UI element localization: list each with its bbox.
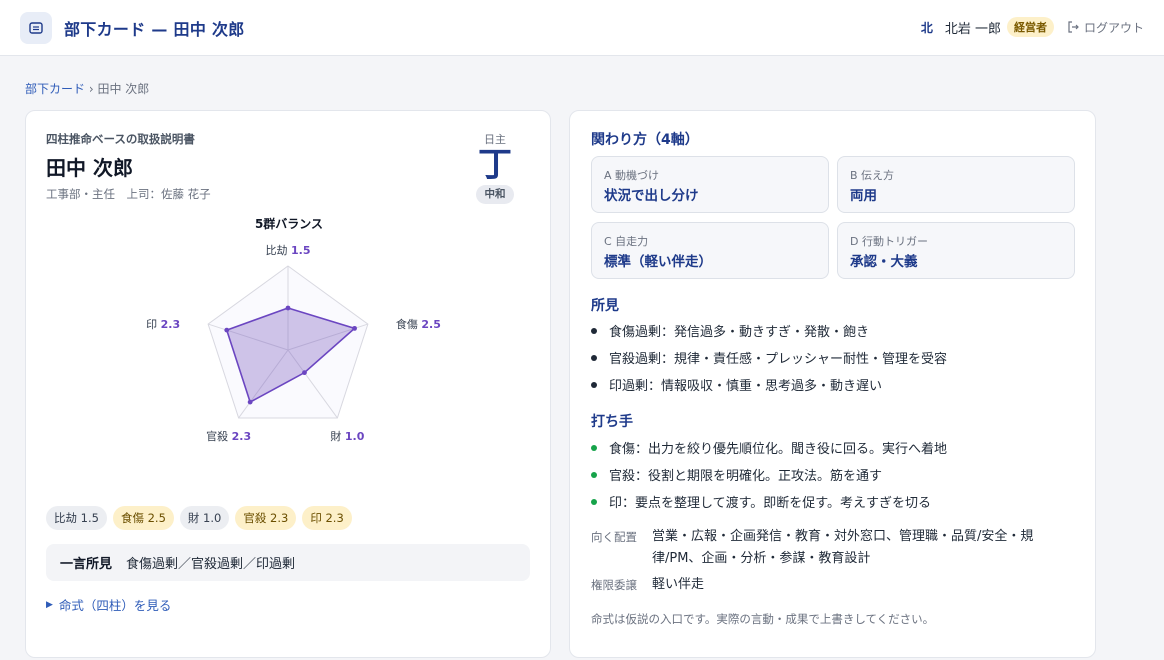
delegation-label: 権限委譲 xyxy=(591,578,637,592)
list-item: 印：要点を整理して渡す。即断を促す。考えすぎを切る xyxy=(591,488,947,515)
top-bar: 部下カード — 田中 次郎 北 北岩 一郎 経営者 ログアウト xyxy=(0,0,1164,56)
radar-axis-name: 印 xyxy=(146,318,161,331)
logout-icon xyxy=(1068,21,1079,33)
day-master: 丁 xyxy=(478,145,512,185)
delegation-value: 軽い伴走 xyxy=(652,577,705,592)
action-text: 食傷：出力を絞り優先順位化。聞き役に回る。実行へ着地 xyxy=(609,442,948,457)
axis-value: 承認・大義 xyxy=(850,254,918,270)
user-area: 北 北岩 一郎 経営者 ログアウト xyxy=(921,17,1144,37)
finding-text: 食傷過剰：発信過多・動きすぎ・発散・飽き xyxy=(609,325,870,340)
actions-title: 打ち手 xyxy=(591,414,633,430)
radar-axis-name: 官殺 xyxy=(206,429,232,443)
list-item: 官殺：役割と期限を明確化。正攻法。筋を通す xyxy=(591,461,947,488)
radar-value-label: 2.3 xyxy=(232,430,252,443)
findings-title: 所見 xyxy=(591,298,619,314)
guidance-card: 関わり方（4軸） A 動機づけ 状況で出し分け B 伝え方 両用 C 自走力 標… xyxy=(569,110,1096,658)
radar-value-label: 1.0 xyxy=(345,430,365,443)
radar-axis-name: 比劫 xyxy=(266,244,292,257)
strength-badge: 中和 xyxy=(476,185,514,204)
actions-list: 食傷：出力を絞り優先順位化。聞き役に回る。実行へ着地 官殺：役割と期限を明確化。… xyxy=(591,434,947,515)
list-item: 印過剰：情報吸収・慎重・思考過多・動き遅い xyxy=(591,371,947,398)
details-toggle-label: 命式（四柱）を見る xyxy=(58,598,172,613)
radar-axis-label: 印 2.3 xyxy=(146,318,180,331)
radar-axis-label: 比劫 1.5 xyxy=(266,244,311,257)
findings-list: 食傷過剰：発信過多・動きすぎ・発散・飽き 官殺過剰：規律・責任感・プレッシャー耐… xyxy=(591,317,947,398)
axis-value: 状況で出し分け xyxy=(604,188,699,204)
triangle-right-icon: ▶ xyxy=(46,599,53,610)
axis-label: D 行動トリガー xyxy=(850,235,928,248)
balance-chip: 官殺 2.3 xyxy=(235,506,297,530)
axis-box-a: A 動機づけ 状況で出し分け xyxy=(591,156,829,213)
bullet-icon xyxy=(591,444,597,451)
user-name: 北岩 一郎 xyxy=(944,21,1001,37)
radar-point xyxy=(352,325,357,331)
axis-value: 標準（軽い伴走） xyxy=(604,254,712,270)
bullet-icon xyxy=(591,354,597,361)
profile-card: 四柱推命ベースの取扱説明書 田中 次郎 工事部・主任 上司：佐藤 花子 日主 丁… xyxy=(25,110,551,658)
radar-value-label: 2.3 xyxy=(161,318,181,331)
action-text: 印：要点を整理して渡す。即断を促す。考えすぎを切る xyxy=(609,496,932,511)
axis-value: 両用 xyxy=(850,188,877,204)
placement-value: 営業・広報・企画発信・教育・対外窓口、管理職・品質/安全・規律/PM、企画・分析… xyxy=(652,529,1034,566)
list-item: 食傷過剰：発信過多・動きすぎ・発散・飽き xyxy=(591,317,947,344)
bullet-icon xyxy=(591,471,597,478)
radar-axis-label: 食傷 2.5 xyxy=(396,317,441,331)
radar-point xyxy=(302,370,307,376)
logout-label: ログアウト xyxy=(1083,20,1144,35)
person-meta: 工事部・主任 上司：佐藤 花子 xyxy=(46,187,211,201)
summary-label: 一言所見 xyxy=(60,557,113,572)
radar-point xyxy=(224,327,230,333)
radar-axis-label: 官殺 2.3 xyxy=(206,429,251,443)
axis-box-b: B 伝え方 両用 xyxy=(837,156,1075,213)
radar-chart: 比劫 1.5食傷 2.5財 1.0官殺 2.3印 2.3 xyxy=(146,244,441,443)
footnote: 命式は仮説の入口です。実際の言動・成果で上書きしてください。 xyxy=(591,612,935,626)
list-item: 食傷：出力を絞り優先順位化。聞き役に回る。実行へ着地 xyxy=(591,434,947,461)
radar-point xyxy=(285,305,291,311)
summary-box: 一言所見 食傷過剰／官殺過剰／印過剰 xyxy=(46,544,530,581)
breadcrumb: 部下カード › 田中 次郎 xyxy=(25,80,149,97)
balance-chip: 印 2.3 xyxy=(302,506,352,530)
balance-chip: 比劫 1.5 xyxy=(46,506,107,530)
radar-value-label: 1.5 xyxy=(291,244,311,257)
axis-label: C 自走力 xyxy=(604,235,649,248)
axis-label: A 動機づけ xyxy=(604,169,660,182)
axis-box-c: C 自走力 標準（軽い伴走） xyxy=(591,222,829,279)
list-item: 官殺過剰：規律・責任感・プレッシャー耐性・管理を受容 xyxy=(591,344,947,371)
finding-text: 官殺過剰：規律・責任感・プレッシャー耐性・管理を受容 xyxy=(609,352,948,367)
radar-value-label: 2.5 xyxy=(421,318,441,331)
user-avatar: 北 xyxy=(920,20,933,35)
action-text: 官殺：役割と期限を明確化。正攻法。筋を通す xyxy=(609,469,883,484)
finding-text: 印過剰：情報吸収・慎重・思考過多・動き遅い xyxy=(609,379,883,394)
balance-chip: 財 1.0 xyxy=(179,506,230,530)
radar-point xyxy=(247,399,253,405)
breadcrumb-separator: › xyxy=(88,82,94,96)
role-badge: 経営者 xyxy=(1006,17,1054,37)
page-title: 部下カード — 田中 次郎 xyxy=(64,20,245,39)
breadcrumb-current: 田中 次郎 xyxy=(97,82,150,96)
axis-label: B 伝え方 xyxy=(850,169,895,182)
document-kicker: 四柱推命ベースの取扱説明書 xyxy=(46,132,195,146)
radar-axis-name: 財 xyxy=(330,429,345,443)
balance-chip: 食傷 2.5 xyxy=(112,506,174,530)
bullet-icon xyxy=(591,381,597,388)
card-icon[interactable] xyxy=(20,12,52,44)
logout-button[interactable]: ログアウト xyxy=(1066,19,1144,36)
axis-box-d: D 行動トリガー 承認・大義 xyxy=(837,222,1075,279)
bullet-icon xyxy=(591,498,597,505)
person-name: 田中 次郎 xyxy=(46,156,133,180)
balance-chips: 比劫 1.5 食傷 2.5 財 1.0 官殺 2.3 印 2.3 xyxy=(46,506,358,530)
placement-label: 向く配置 xyxy=(591,530,637,544)
bullet-icon xyxy=(591,327,597,334)
relations-title: 関わり方（4軸） xyxy=(591,132,699,148)
radar-axis-label: 財 1.0 xyxy=(330,429,364,443)
chart-details-toggle[interactable]: ▶ 命式（四柱）を見る xyxy=(46,595,171,614)
summary-text: 食傷過剰／官殺過剰／印過剰 xyxy=(126,557,296,572)
breadcrumb-parent-link[interactable]: 部下カード xyxy=(25,82,85,96)
radar-axis-name: 食傷 xyxy=(396,317,422,331)
